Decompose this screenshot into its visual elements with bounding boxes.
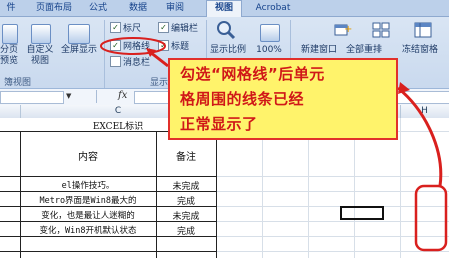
arrow-to-checkbox xyxy=(149,50,169,68)
grid-area-highlight xyxy=(414,184,448,252)
callout-line: 正常显示了 xyxy=(180,115,258,133)
callout-line: 格周围的线条已经 xyxy=(180,90,305,108)
callout-box: 勾选“网格线”后单元 格周围的线条已经 正常显示了 xyxy=(168,58,398,140)
arrow-to-grid xyxy=(397,86,443,187)
callout-line: 勾选“网格线”后单元 xyxy=(180,65,325,83)
gridlines-highlight-oval xyxy=(100,37,166,55)
